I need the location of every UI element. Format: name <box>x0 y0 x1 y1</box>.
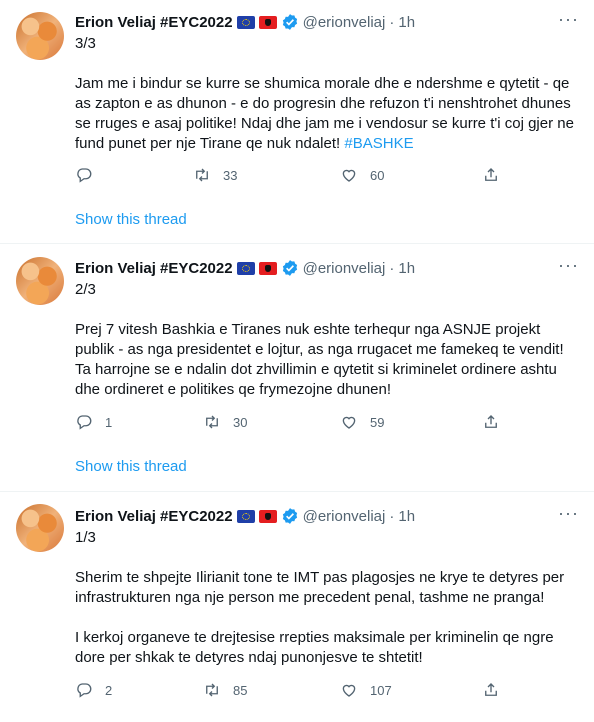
tweet-1-of-3[interactable]: Erion Veliaj #EYC2022 @erionveliaj · 1h … <box>0 492 594 722</box>
tweet-text: Sherim te shpejte Ilirianit tone te IMT … <box>75 568 580 668</box>
tweet-paragraph: Jam me i bindur se kurre se shumica mora… <box>75 75 574 152</box>
heart-icon <box>342 416 356 429</box>
retweet-button[interactable]: 30 <box>203 412 247 432</box>
thread-index: 2/3 <box>75 281 96 298</box>
share-button[interactable] <box>482 680 500 700</box>
like-count: 59 <box>370 414 385 430</box>
verified-badge-icon <box>282 508 297 524</box>
avatar[interactable] <box>16 257 64 305</box>
tweet-text: Jam me i bindur se kurre se shumica mora… <box>75 74 580 154</box>
reply-count: 1 <box>105 414 113 430</box>
tweet-header: Erion Veliaj #EYC2022 @erionveliaj · 1h <box>75 506 415 526</box>
like-count: 60 <box>370 167 385 183</box>
eu-flag-icon <box>236 509 255 523</box>
retweet-icon <box>206 683 218 697</box>
heart-icon <box>342 169 356 182</box>
author-handle[interactable]: @erionveliaj <box>303 260 386 277</box>
avatar[interactable] <box>16 504 64 552</box>
tweet-3-of-3[interactable]: Erion Veliaj #EYC2022 @erionveliaj · 1h … <box>0 0 594 243</box>
tweet-paragraph: I kerkoj organeve te drejtesise rrepties… <box>75 629 554 666</box>
verified-badge-icon <box>282 14 297 30</box>
verified-badge-icon <box>282 260 297 276</box>
albania-flag-icon <box>258 261 277 275</box>
timestamp[interactable]: 1h <box>398 14 415 31</box>
tweet-2-of-3[interactable]: Erion Veliaj #EYC2022 @erionveliaj · 1h … <box>0 244 594 491</box>
separator-dot: · <box>389 13 395 31</box>
retweet-count: 85 <box>233 682 248 698</box>
retweet-button[interactable]: 33 <box>193 165 237 185</box>
avatar[interactable] <box>16 12 64 60</box>
share-icon <box>485 168 497 181</box>
separator-dot: · <box>389 259 395 277</box>
tweet-paragraph: Prej 7 vitesh Bashkia e Tiranes nuk esht… <box>75 321 564 398</box>
like-button[interactable]: 107 <box>340 680 392 700</box>
more-icon[interactable]: ··· <box>558 504 578 526</box>
thread-index: 1/3 <box>75 529 96 546</box>
retweet-icon <box>206 415 218 429</box>
retweet-icon <box>196 168 208 182</box>
tweet-actions: 1 30 59 <box>75 412 515 432</box>
share-button[interactable] <box>482 412 500 432</box>
reply-button[interactable]: 2 <box>75 680 112 700</box>
reply-icon <box>77 415 92 430</box>
tweet-actions: 33 60 <box>75 165 515 185</box>
reply-button[interactable] <box>75 165 105 185</box>
like-button[interactable]: 59 <box>340 412 384 432</box>
show-thread-link[interactable]: Show this thread <box>75 211 187 228</box>
reply-button[interactable]: 1 <box>75 412 112 432</box>
like-button[interactable]: 60 <box>340 165 384 185</box>
albania-flag-icon <box>258 15 277 29</box>
share-icon <box>485 415 497 428</box>
tweet-actions: 2 85 107 <box>75 680 515 700</box>
more-icon[interactable]: ··· <box>558 10 578 32</box>
author-handle[interactable]: @erionveliaj <box>303 14 386 31</box>
reply-icon <box>77 168 92 183</box>
share-icon <box>485 683 497 696</box>
reply-count: 2 <box>105 682 113 698</box>
tweet-header: Erion Veliaj #EYC2022 @erionveliaj · 1h <box>75 12 415 32</box>
tweet-paragraph: Sherim te shpejte Ilirianit tone te IMT … <box>75 569 565 606</box>
author-name[interactable]: Erion Veliaj #EYC2022 <box>75 14 233 31</box>
tweet-text: Prej 7 vitesh Bashkia e Tiranes nuk esht… <box>75 320 580 400</box>
thread-index: 3/3 <box>75 35 96 52</box>
reply-icon <box>77 683 92 698</box>
author-handle[interactable]: @erionveliaj <box>303 508 386 525</box>
retweet-count: 33 <box>223 167 238 183</box>
show-thread-link[interactable]: Show this thread <box>75 458 187 475</box>
timestamp[interactable]: 1h <box>398 508 415 525</box>
share-button[interactable] <box>482 165 500 185</box>
tweet-header: Erion Veliaj #EYC2022 @erionveliaj · 1h <box>75 258 415 278</box>
timestamp[interactable]: 1h <box>398 260 415 277</box>
retweet-button[interactable]: 85 <box>203 680 247 700</box>
retweet-count: 30 <box>233 414 248 430</box>
eu-flag-icon <box>236 261 255 275</box>
more-icon[interactable]: ··· <box>558 256 578 278</box>
albania-flag-icon <box>258 509 277 523</box>
heart-icon <box>342 684 356 697</box>
hashtag-link[interactable]: #BASHKE <box>344 135 413 152</box>
like-count: 107 <box>370 682 392 698</box>
author-name[interactable]: Erion Veliaj #EYC2022 <box>75 260 233 277</box>
eu-flag-icon <box>236 15 255 29</box>
separator-dot: · <box>389 507 395 525</box>
author-name[interactable]: Erion Veliaj #EYC2022 <box>75 508 233 525</box>
